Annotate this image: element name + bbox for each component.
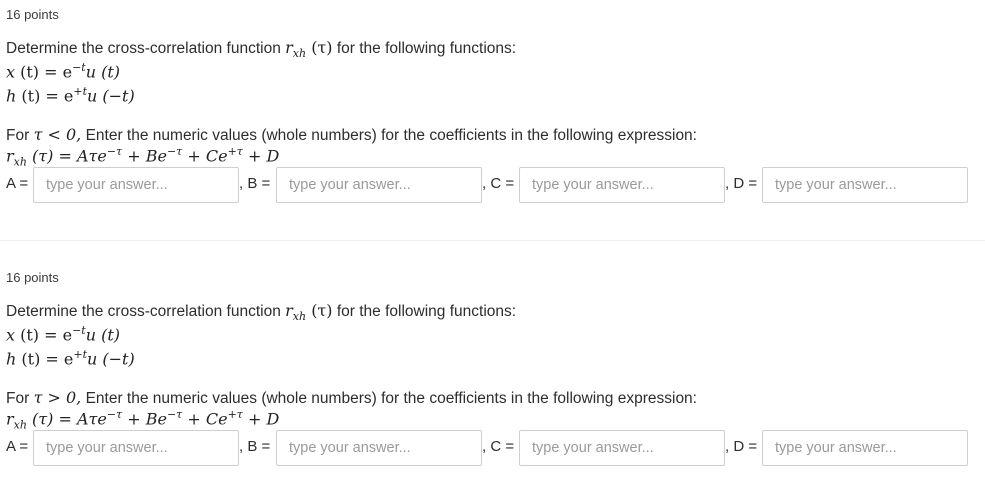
question-1: 16 points Determine the cross-correlatio… bbox=[0, 0, 985, 240]
answer-d-input[interactable] bbox=[762, 167, 968, 203]
question-2: 16 points Determine the cross-correlatio… bbox=[0, 263, 985, 496]
question-prompt: Determine the cross-correlation function… bbox=[6, 38, 516, 60]
condition-text: For τ > 0, Enter the numeric values (who… bbox=[6, 388, 697, 407]
label-c: , C = bbox=[482, 175, 515, 192]
h-definition: h (t) = e+tu (−t) bbox=[6, 348, 135, 369]
answer-a-input[interactable] bbox=[33, 167, 239, 203]
x-definition: x (t) = e−tu (t) bbox=[6, 61, 121, 82]
answer-a-input[interactable] bbox=[33, 430, 239, 466]
rxh-symbol: rxh (τ) bbox=[285, 38, 333, 61]
question-prompt: Determine the cross-correlation function… bbox=[6, 301, 516, 323]
answer-b-input[interactable] bbox=[276, 430, 482, 466]
answer-d-input[interactable] bbox=[762, 430, 968, 466]
expression: rxh (τ) = Aτe−τ + Be−τ + Ce+τ + D bbox=[6, 408, 280, 432]
condition-text: For τ < 0, Enter the numeric values (who… bbox=[6, 125, 697, 144]
label-a: A = bbox=[6, 438, 29, 455]
label-b: , B = bbox=[239, 438, 271, 455]
label-c: , C = bbox=[482, 438, 515, 455]
prompt-tail: for the following functions: bbox=[336, 303, 517, 320]
answer-b-input[interactable] bbox=[276, 167, 482, 203]
answer-row: A = , B = , C = , D = bbox=[6, 430, 981, 466]
answer-c-input[interactable] bbox=[519, 430, 725, 466]
prompt-text: Determine the cross-correlation function bbox=[6, 303, 281, 320]
points-label: 16 points bbox=[6, 7, 59, 22]
question-divider bbox=[0, 240, 985, 241]
prompt-tail: for the following functions: bbox=[336, 40, 517, 57]
label-d: , D = bbox=[725, 175, 758, 192]
label-b: , B = bbox=[239, 175, 271, 192]
answer-c-input[interactable] bbox=[519, 167, 725, 203]
x-definition: x (t) = e−tu (t) bbox=[6, 324, 121, 345]
label-d: , D = bbox=[725, 438, 758, 455]
expression: rxh (τ) = Aτe−τ + Be−τ + Ce+τ + D bbox=[6, 145, 280, 169]
answer-row: A = , B = , C = , D = bbox=[6, 167, 981, 203]
label-a: A = bbox=[6, 175, 29, 192]
h-definition: h (t) = e+tu (−t) bbox=[6, 85, 135, 106]
points-label: 16 points bbox=[6, 270, 59, 285]
prompt-text: Determine the cross-correlation function bbox=[6, 40, 281, 57]
rxh-symbol: rxh (τ) bbox=[285, 301, 333, 324]
